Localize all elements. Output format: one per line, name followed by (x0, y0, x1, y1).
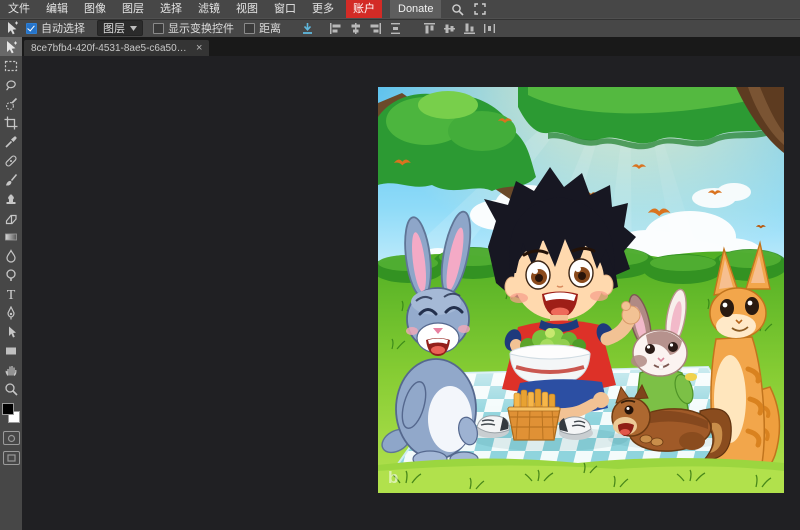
auto-select-label: 自动选择 (41, 20, 85, 36)
tool-options-bar: 自动选择 图层 显示变换控件 距离 (0, 18, 800, 37)
fullscreen-icon[interactable] (474, 3, 486, 15)
tool-lasso[interactable] (0, 75, 22, 94)
tool-clone-stamp[interactable] (0, 189, 22, 208)
menu-edit[interactable]: 编辑 (38, 0, 76, 18)
align-bottom-icon[interactable] (459, 20, 479, 36)
photopea-window: 文件 编辑 图像 图层 选择 滤镜 视图 窗口 更多 账户 Donate 自动选… (0, 0, 800, 530)
close-icon[interactable]: × (196, 43, 202, 53)
align-right-icon[interactable] (365, 20, 385, 36)
donate-button[interactable]: Donate (390, 0, 441, 18)
account-button[interactable]: 账户 (346, 0, 382, 18)
svg-text:T: T (7, 288, 16, 301)
search-icon[interactable] (451, 3, 464, 16)
tool-brush[interactable] (0, 170, 22, 189)
tool-pen[interactable] (0, 303, 22, 322)
document-tab[interactable]: 8ce7bfb4-420f-4531-8ae5-c6a50f32af9c.p..… (24, 40, 209, 56)
quick-mask-button[interactable] (3, 431, 20, 445)
watermark: b (388, 468, 398, 487)
document-tab-strip: 8ce7bfb4-420f-4531-8ae5-c6a50f32af9c.p..… (22, 37, 800, 56)
tool-eraser[interactable] (0, 208, 22, 227)
document-title: 8ce7bfb4-420f-4531-8ae5-c6a50f32af9c.p..… (31, 43, 189, 54)
screen-mode-button[interactable] (3, 451, 20, 465)
tool-blur[interactable] (0, 246, 22, 265)
distances-label: 距离 (259, 20, 281, 36)
merge-down-icon[interactable] (297, 20, 317, 36)
align-top-icon[interactable] (419, 20, 439, 36)
tool-dodge[interactable] (0, 265, 22, 284)
menu-image[interactable]: 图像 (76, 0, 114, 18)
tool-type[interactable]: T (0, 284, 22, 303)
color-swatches[interactable] (0, 401, 22, 425)
work-area: 8ce7bfb4-420f-4531-8ae5-c6a50f32af9c.p..… (22, 37, 800, 530)
target-select-value: 图层 (103, 20, 125, 36)
auto-select-checkbox[interactable] (26, 23, 37, 34)
tool-path-select[interactable] (0, 322, 22, 341)
align-left-icon[interactable] (325, 20, 345, 36)
menu-more[interactable]: 更多 (304, 0, 342, 18)
menu-layer[interactable]: 图层 (114, 0, 152, 18)
tool-eyedropper[interactable] (0, 132, 22, 151)
chevron-down-icon (130, 26, 137, 31)
tool-zoom[interactable] (0, 379, 22, 398)
menu-window[interactable]: 窗口 (266, 0, 304, 18)
canvas-image[interactable]: b (378, 87, 784, 493)
tool-healing-brush[interactable] (0, 151, 22, 170)
tool-shape-rectangle[interactable] (0, 341, 22, 360)
align-middle-icon[interactable] (439, 20, 459, 36)
menu-bar: 文件 编辑 图像 图层 选择 滤镜 视图 窗口 更多 账户 Donate (0, 0, 800, 18)
show-controls-checkbox[interactable] (153, 23, 164, 34)
menu-filter[interactable]: 滤镜 (190, 0, 228, 18)
move-cursor-icon (2, 20, 22, 36)
fries-basket (508, 389, 560, 440)
foreground-color-swatch[interactable] (2, 403, 14, 415)
align-center-icon[interactable] (345, 20, 365, 36)
tool-move[interactable] (0, 37, 22, 56)
distribute-horizontal-icon[interactable] (479, 20, 499, 36)
distances-checkbox[interactable] (244, 23, 255, 34)
menu-file[interactable]: 文件 (0, 0, 38, 18)
tool-gradient[interactable] (0, 227, 22, 246)
tool-hand[interactable] (0, 360, 22, 379)
tool-palette: T (0, 37, 22, 530)
show-controls-label: 显示变换控件 (168, 20, 234, 36)
target-select-dropdown[interactable]: 图层 (97, 20, 143, 36)
menu-select[interactable]: 选择 (152, 0, 190, 18)
canvas-area[interactable]: b (22, 56, 800, 530)
scene-foreground-grass (378, 458, 784, 493)
menu-view[interactable]: 视图 (228, 0, 266, 18)
distribute-vertical-icon[interactable] (385, 20, 405, 36)
tool-rectangle-select[interactable] (0, 56, 22, 75)
tool-quick-select[interactable] (0, 94, 22, 113)
tool-crop[interactable] (0, 113, 22, 132)
